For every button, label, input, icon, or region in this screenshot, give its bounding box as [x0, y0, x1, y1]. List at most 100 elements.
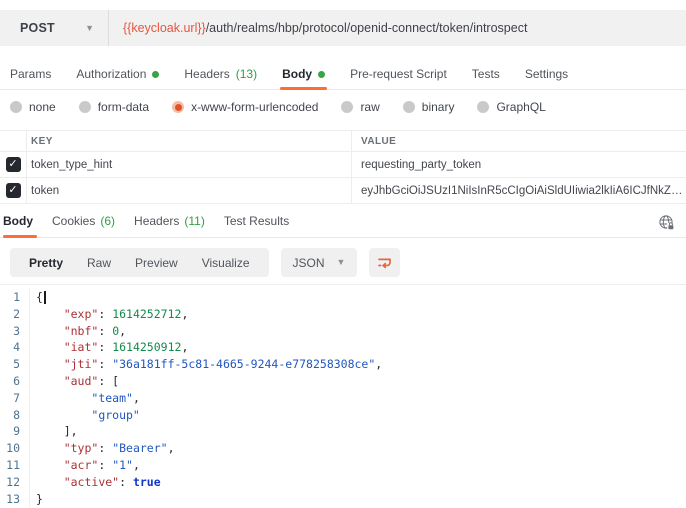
status-dot-icon [152, 70, 160, 78]
code-line: 10 "typ": "Bearer", [0, 440, 686, 457]
tab-label: Authorization [76, 67, 147, 81]
url-variable: {{keycloak.url}} [123, 21, 206, 35]
line-number: 4 [0, 339, 30, 357]
radio-icon [172, 101, 185, 113]
response-tab-test-results[interactable]: Test Results [224, 204, 289, 237]
view-tab-pretty[interactable]: Pretty [17, 256, 75, 270]
url-path: /auth/realms/hbp/protocol/openid-connect… [205, 21, 528, 35]
line-number: 12 [0, 473, 30, 491]
checkbox-column-header [0, 131, 27, 151]
tab-label: Tests [471, 67, 500, 81]
row-checkbox[interactable]: ✓ [5, 183, 21, 198]
param-key[interactable]: token_type_hint [31, 159, 351, 171]
network-info-button[interactable] [656, 212, 676, 232]
line-number: 6 [0, 372, 30, 390]
tab-count: (6) [100, 213, 116, 228]
response-tab-cookies[interactable]: Cookies (6) [52, 204, 115, 237]
response-tab-headers[interactable]: Headers (11) [134, 204, 205, 237]
code-line: 4 "iat": 1614250912, [0, 339, 686, 357]
body-mode-label: none [29, 100, 56, 114]
table-row: ✓ token eyJhbGciOiJSUzI1NiIsInR5cCIgOiAiSl… [0, 178, 686, 204]
tab-headers[interactable]: Headers (13) [184, 59, 257, 89]
code-line: 7 "team", [0, 389, 686, 407]
body-mode-x-www-form-urlencoded[interactable]: x-www-form-urlencoded [172, 100, 318, 114]
status-dot-icon [318, 70, 326, 78]
row-checkbox[interactable]: ✓ [5, 157, 21, 172]
line-number: 2 [0, 305, 30, 323]
wrap-text-button[interactable] [369, 248, 401, 277]
tab-label: Params [10, 67, 52, 81]
body-mode-label: raw [360, 100, 380, 114]
radio-icon [402, 101, 415, 113]
url-bar: POST ▼ {{keycloak.url}}/auth/realms/hbp/… [0, 10, 686, 46]
key-column-header: KEY [31, 135, 53, 147]
body-mode-raw[interactable]: raw [341, 100, 380, 114]
param-value[interactable]: eyJhbGciOiJSUzI1NiIsInR5cCIgOiAiSldUIiwi… [361, 185, 686, 197]
code-line: 11 "acr": "1", [0, 456, 686, 474]
tab-settings[interactable]: Settings [525, 59, 568, 89]
tab-label: Pre-request Script [350, 67, 447, 81]
tab-label: Settings [524, 67, 569, 81]
line-number: 13 [0, 490, 30, 508]
line-number: 1 [0, 289, 30, 306]
text-cursor [43, 291, 47, 304]
response-tab-body[interactable]: Body [3, 204, 37, 238]
urlencoded-params-table: KEY VALUE ✓ token_type_hint requesting_par… [0, 130, 686, 204]
line-number: 7 [0, 389, 30, 407]
body-mode-form-data[interactable]: form-data [78, 100, 150, 114]
line-number: 3 [0, 322, 30, 340]
radio-icon [477, 101, 490, 113]
body-mode-none[interactable]: none [10, 100, 56, 114]
param-key[interactable]: token [31, 185, 351, 197]
line-number: 10 [0, 440, 30, 457]
body-mode-graphql[interactable]: GraphQL [477, 100, 546, 114]
body-mode-binary[interactable]: binary [402, 100, 454, 114]
code-line: 13} [0, 490, 686, 508]
tab-count: (11) [184, 213, 205, 228]
tab-authorization[interactable]: Authorization [76, 59, 160, 89]
tab-label: Body [282, 67, 313, 81]
code-line: 2 "exp": 1614252712, [0, 305, 686, 323]
view-tab-visualize[interactable]: Visualize [190, 256, 262, 270]
postman-request-view: POST ▼ {{keycloak.url}}/auth/realms/hbp/… [0, 0, 686, 508]
view-mode-tabs: Pretty Raw Preview Visualize [10, 248, 269, 277]
code-line: 5 "jti": "36a181ff-5c81-4665-9244-e77825… [0, 356, 686, 373]
body-mode-label: form-data [97, 100, 150, 114]
tab-label: Headers [184, 67, 230, 81]
value-column-header: VALUE [361, 135, 397, 147]
tab-tests[interactable]: Tests [472, 59, 500, 89]
table-row: ✓ token_type_hint requesting_party_token [0, 152, 686, 178]
chevron-down-icon: ▼ [85, 22, 94, 33]
body-mode-label: x-www-form-urlencoded [191, 100, 319, 114]
code-line: 3 "nbf": 0, [0, 322, 686, 340]
tab-label: Body [3, 213, 33, 228]
format-select[interactable]: JSON ▼ [280, 248, 358, 277]
table-header-row: KEY VALUE [0, 130, 686, 152]
tab-label: Cookies [52, 213, 96, 228]
tab-count: (13) [235, 67, 258, 81]
response-tabs: Body Cookies (6) Headers (11) Test Results [0, 204, 686, 238]
tab-params[interactable]: Params [10, 59, 51, 89]
response-body-json: 1{2 "exp": 1614252712, 3 "nbf": 0, 4 "iat"… [0, 284, 686, 508]
globe-lock-icon [658, 214, 674, 230]
code-line: 6 "aud": [ [0, 372, 686, 390]
tab-label: Test Results [223, 213, 290, 228]
tab-label: Headers [134, 213, 180, 228]
tab-body[interactable]: Body [280, 59, 328, 90]
method-dropdown[interactable]: POST ▼ [0, 10, 108, 46]
request-tabs: Params Authorization Headers (13) Body Pre-re… [0, 59, 686, 90]
param-value[interactable]: requesting_party_token [361, 159, 686, 171]
line-number: 8 [0, 406, 30, 424]
line-number: 11 [0, 456, 30, 474]
wrap-text-icon [378, 258, 391, 268]
tab-pre-request-script[interactable]: Pre-request Script [350, 59, 447, 89]
radio-icon [78, 101, 91, 113]
view-tab-raw[interactable]: Raw [75, 256, 123, 270]
code-line: 12 "active": true [0, 473, 686, 491]
code-line: 1{ [0, 289, 686, 306]
format-label: JSON [292, 255, 325, 270]
view-tab-preview[interactable]: Preview [123, 256, 190, 270]
url-input[interactable]: {{keycloak.url}}/auth/realms/hbp/protoco… [109, 21, 686, 35]
response-view-toolbar: Pretty Raw Preview Visualize JSON ▼ [10, 248, 401, 277]
line-number: 9 [0, 423, 30, 441]
